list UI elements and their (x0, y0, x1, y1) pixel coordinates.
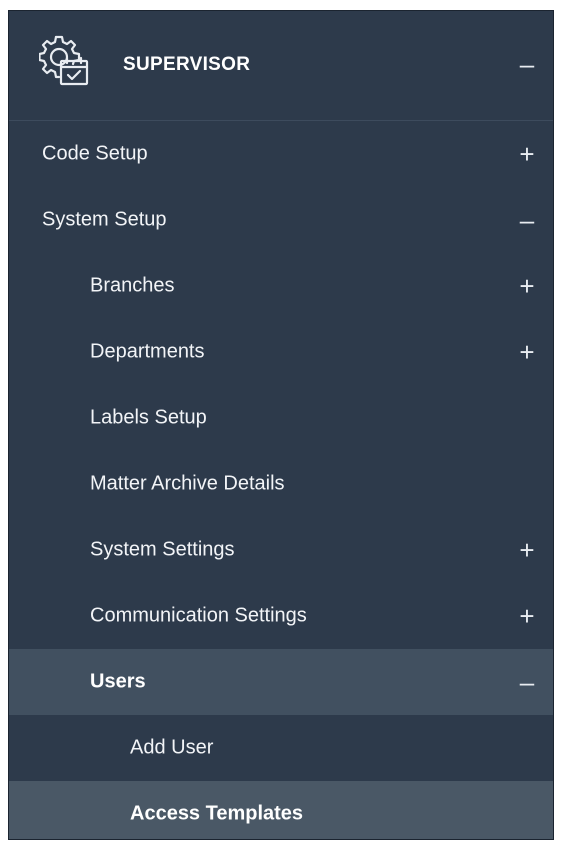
menu-item-label: Access Templates (130, 802, 304, 825)
menu-item-matter-archive-details[interactable]: Matter Archive Details (9, 451, 553, 517)
menu-item-system-setup[interactable]: System Setup – (9, 187, 553, 253)
menu-item-users[interactable]: Users – (9, 649, 553, 715)
menu-item-label: System Settings (90, 538, 235, 561)
sidebar-nav: SUPERVISOR – Code Setup + System Setup –… (8, 10, 554, 840)
expand-icon[interactable]: + (517, 537, 537, 563)
menu-item-code-setup[interactable]: Code Setup + (9, 121, 553, 187)
menu-item-label: Labels Setup (90, 406, 207, 429)
settings-calendar-icon (38, 33, 91, 87)
menu-item-add-user[interactable]: Add User (9, 715, 553, 781)
menu-item-label: Users (90, 670, 146, 693)
menu-item-label: Departments (90, 340, 205, 363)
menu-item-labels-setup[interactable]: Labels Setup (9, 385, 553, 451)
menu-item-label: Add User (130, 736, 214, 759)
expand-icon[interactable]: + (517, 339, 537, 365)
collapse-icon[interactable]: – (517, 51, 537, 77)
expand-icon[interactable]: + (517, 603, 537, 629)
menu-item-label: Code Setup (42, 142, 148, 165)
menu-item-label: Communication Settings (90, 604, 307, 627)
menu-item-label: Matter Archive Details (90, 472, 285, 495)
menu-item-label: Branches (90, 274, 175, 297)
section-header-supervisor[interactable]: SUPERVISOR – (9, 11, 553, 121)
menu-item-label: System Setup (42, 208, 167, 231)
menu-item-departments[interactable]: Departments + (9, 319, 553, 385)
menu-item-access-templates[interactable]: Access Templates (9, 781, 553, 839)
collapse-icon[interactable]: – (517, 207, 537, 233)
expand-icon[interactable]: + (517, 141, 537, 167)
section-title: SUPERVISOR (123, 54, 251, 75)
collapse-icon[interactable]: – (517, 669, 537, 695)
menu-item-branches[interactable]: Branches + (9, 253, 553, 319)
expand-icon[interactable]: + (517, 273, 537, 299)
menu-item-system-settings[interactable]: System Settings + (9, 517, 553, 583)
menu-item-communication-settings[interactable]: Communication Settings + (9, 583, 553, 649)
